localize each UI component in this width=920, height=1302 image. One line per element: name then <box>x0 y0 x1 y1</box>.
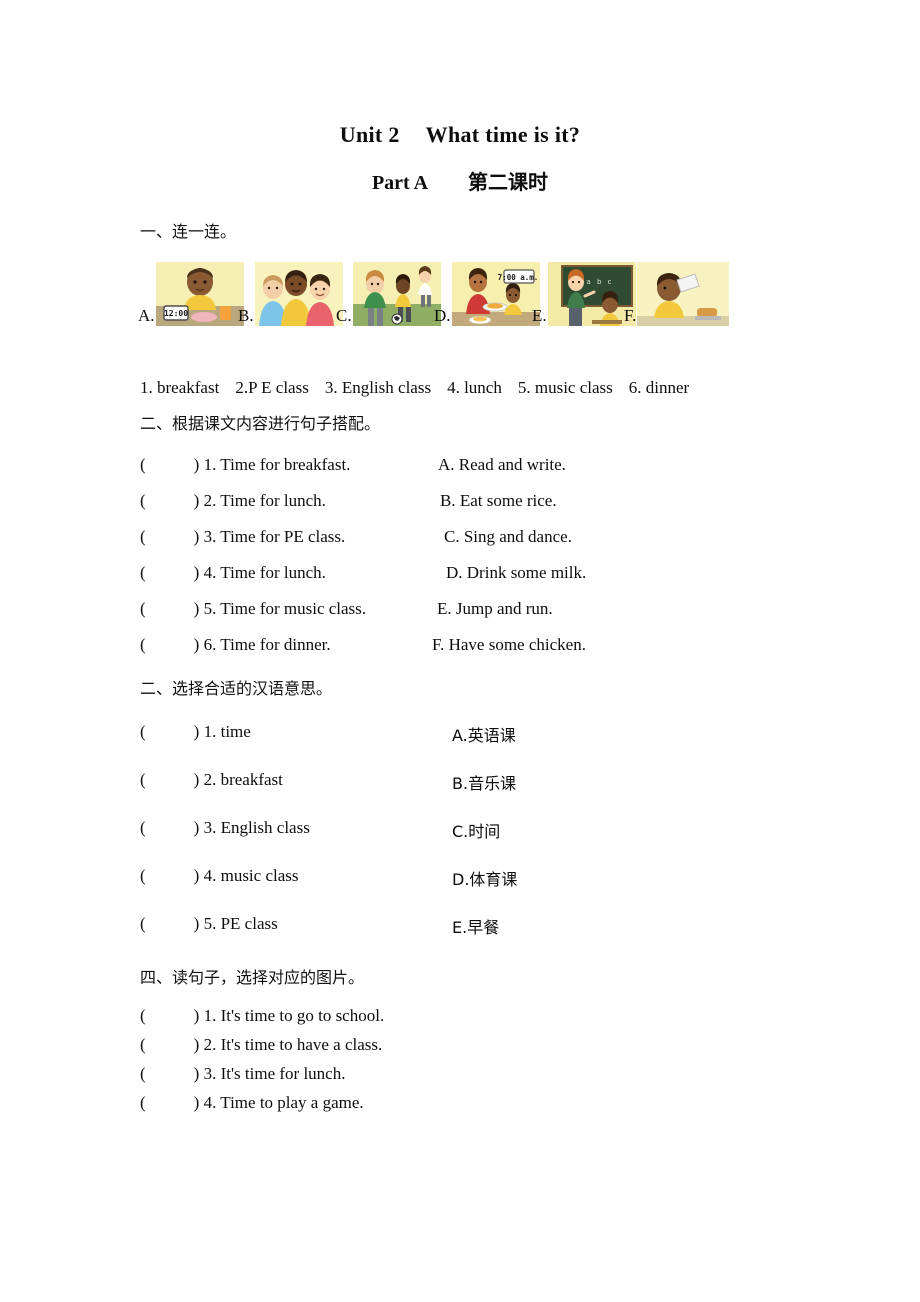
match-option: E. Jump and run. <box>437 599 553 618</box>
picture-label-d: D. <box>434 306 451 325</box>
match-prompt: () 4. Time for lunch. <box>140 563 326 583</box>
match-prompt: () 1. It's time to go to school. <box>140 1006 384 1026</box>
match-prompt: () 2. Time for lunch. <box>140 491 326 511</box>
word-6: 6. dinner <box>628 378 690 397</box>
drinking-milk-image <box>637 262 730 326</box>
word-2: 2.P E class <box>235 378 309 397</box>
picture-label-e: E. <box>532 306 547 325</box>
match-option: D. Drink some milk. <box>446 563 587 582</box>
match-prompt: () 1. Time for breakfast. <box>140 455 350 475</box>
match-prompt: () 2. breakfast <box>140 770 283 790</box>
picture-item-f: F. <box>624 258 730 326</box>
match-prompt-text: 3. It's time for lunch. <box>199 1064 346 1083</box>
answer-paren-open: ( <box>140 770 146 789</box>
match-prompt: () 5. PE class <box>140 914 278 934</box>
match-prompt-text: 1. It's time to go to school. <box>199 1006 385 1025</box>
match-prompt: () 3. English class <box>140 818 310 838</box>
match-prompt: () 6. Time for dinner. <box>140 635 331 655</box>
word-3: 3. English class <box>324 378 432 397</box>
section-1-word-list: 1. breakfast 2.P E class 3. English class 4… <box>140 378 689 398</box>
match-option: E.早餐 <box>452 918 500 937</box>
match-prompt: () 3. It's time for lunch. <box>140 1064 345 1084</box>
answer-paren-open: ( <box>140 599 146 618</box>
title-lesson: 第二课时 <box>468 170 549 194</box>
match-option: C. Sing and dance. <box>444 527 572 546</box>
answer-paren-open: ( <box>140 1093 146 1112</box>
section-1-heading: 一、连一连。 <box>140 222 237 241</box>
answer-paren-open: ( <box>140 1064 146 1083</box>
children-group-image <box>254 262 343 326</box>
match-prompt: () 5. Time for music class. <box>140 599 366 619</box>
match-prompt: () 4. music class <box>140 866 299 886</box>
match-option: B. Eat some rice. <box>440 491 557 510</box>
match-option: D.体育课 <box>452 870 518 889</box>
picture-label-a: A. <box>138 306 155 325</box>
title-main-text: What time is it? <box>425 122 581 147</box>
title-part: Part A <box>371 172 429 194</box>
match-prompt: () 1. time <box>140 722 251 742</box>
answer-paren-open: ( <box>140 1006 146 1025</box>
picture-label-f: F. <box>624 306 637 325</box>
match-prompt-text: 1. Time for breakfast. <box>199 455 351 474</box>
match-prompt-text: 2. Time for lunch. <box>199 491 326 510</box>
lunch-clock-image: 12:00 <box>155 262 244 326</box>
word-1: 1. breakfast <box>140 378 220 397</box>
match-option: A.英语课 <box>452 726 516 745</box>
picture-item-d: D. 7:00 a.m. <box>434 258 540 326</box>
match-prompt-text: 2. breakfast <box>199 770 283 789</box>
word-4: 4. lunch <box>447 378 502 397</box>
match-prompt-text: 3. Time for PE class. <box>199 527 346 546</box>
match-prompt-text: 4. Time for lunch. <box>199 563 326 582</box>
match-prompt-text: 2. It's time to have a class. <box>199 1035 383 1054</box>
match-prompt: () 4. Time to play a game. <box>140 1093 364 1113</box>
section-3-heading: 二、选择合适的汉语意思。 <box>140 679 333 698</box>
match-option: B.音乐课 <box>452 774 517 793</box>
match-option: C.时间 <box>452 822 501 841</box>
answer-paren-open: ( <box>140 455 146 474</box>
classroom-abc-image: a b c <box>547 262 636 326</box>
answer-paren-open: ( <box>140 527 146 546</box>
section-2-heading: 二、根据课文内容进行句子搭配。 <box>140 414 381 433</box>
picture-label-b: B. <box>238 306 254 325</box>
page-title: Unit 2 What time is it? <box>0 122 920 148</box>
match-prompt: () 3. Time for PE class. <box>140 527 345 547</box>
match-prompt-text: 1. time <box>199 722 251 741</box>
picture-item-b: B. <box>238 258 343 326</box>
match-prompt-text: 5. PE class <box>199 914 278 933</box>
title-unit: Unit 2 <box>339 122 400 147</box>
breakfast-clock-image: 7:00 a.m. <box>451 262 540 326</box>
match-prompt-text: 3. English class <box>199 818 310 837</box>
answer-paren-open: ( <box>140 635 146 654</box>
answer-paren-open: ( <box>140 818 146 837</box>
answer-paren-open: ( <box>140 722 146 741</box>
answer-paren-open: ( <box>140 1035 146 1054</box>
match-prompt-text: 4. Time to play a game. <box>199 1093 364 1112</box>
answer-paren-open: ( <box>140 491 146 510</box>
worksheet-page: Unit 2 What time is it? Part A 第二课时 一、连一连。… <box>0 0 920 1302</box>
match-prompt-text: 5. Time for music class. <box>199 599 367 618</box>
answer-paren-open: ( <box>140 563 146 582</box>
answer-paren-open: ( <box>140 866 146 885</box>
match-prompt-text: 4. music class <box>199 866 299 885</box>
picture-label-c: C. <box>336 306 352 325</box>
picture-item-a: A. 12:00 <box>138 258 244 326</box>
section-4-heading: 四、读句子，选择对应的图片。 <box>140 968 365 987</box>
svg-text:a b c: a b c <box>586 278 613 286</box>
picture-item-e: E. a b c <box>532 258 636 326</box>
answer-paren-open: ( <box>140 914 146 933</box>
match-prompt: () 2. It's time to have a class. <box>140 1035 382 1055</box>
match-option: A. Read and write. <box>438 455 566 474</box>
page-subtitle: Part A 第二课时 <box>0 166 920 195</box>
picture-strip: A. 12:00 B. C. D. 7:00 a.m. E. a b c F. <box>138 258 748 330</box>
picture-item-c: C. <box>336 258 441 326</box>
match-prompt-text: 6. Time for dinner. <box>199 635 331 654</box>
match-option: F. Have some chicken. <box>432 635 586 654</box>
football-image <box>352 262 441 326</box>
svg-text:12:00: 12:00 <box>163 309 187 318</box>
word-5: 5. music class <box>517 378 613 397</box>
